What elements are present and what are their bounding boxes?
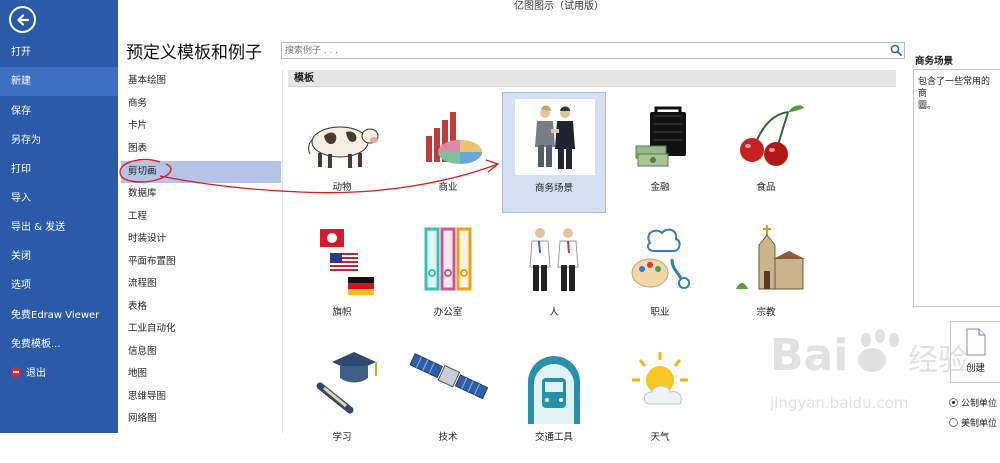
- graduation-cap-icon: [302, 348, 382, 424]
- radio-selected-icon: [949, 398, 958, 407]
- template-header: 模板: [288, 70, 896, 87]
- template-label: 商务场景: [534, 183, 573, 194]
- create-button[interactable]: 创建: [950, 321, 1000, 383]
- church-icon: [726, 223, 806, 299]
- category-charts[interactable]: 图表: [121, 138, 281, 160]
- category-flowchart[interactable]: 流程图: [121, 273, 281, 295]
- cow-icon: [302, 98, 382, 174]
- menu-item-save-as[interactable]: 另存为: [0, 126, 118, 155]
- cherries-icon: [726, 98, 806, 174]
- category-mind-map[interactable]: 思维导图: [121, 386, 281, 408]
- flags-icon: [302, 223, 382, 299]
- template-label: 商业: [438, 182, 458, 193]
- template-office[interactable]: 办公室: [396, 217, 500, 338]
- template-flags[interactable]: 旗帜: [290, 217, 394, 338]
- search-icon[interactable]: [890, 44, 902, 59]
- template-label: 旗帜: [332, 307, 352, 318]
- template-label: 职业: [650, 307, 670, 318]
- unit-us-radio[interactable]: 美制单位: [949, 416, 997, 429]
- template-label: 金融: [650, 182, 670, 193]
- menu-item-edraw-viewer[interactable]: 免费Edraw Viewer: [0, 301, 118, 330]
- template-label: 人: [549, 307, 559, 318]
- unit-metric-label: 公制单位: [961, 399, 998, 409]
- template-business[interactable]: 商业: [396, 92, 500, 213]
- template-label: 办公室: [433, 307, 463, 318]
- handshake-icon: [515, 99, 595, 175]
- template-weather[interactable]: 天气: [608, 342, 712, 463]
- menu-item-free-templates[interactable]: 免费模板...: [0, 330, 118, 359]
- template-study[interactable]: 学习: [290, 342, 394, 463]
- template-label: 宗教: [756, 307, 776, 318]
- bar-pie-chart-icon: [408, 98, 488, 174]
- category-business[interactable]: 商务: [121, 93, 281, 115]
- create-label: 创建: [965, 363, 985, 374]
- menu-item-export-send[interactable]: 导出 & 发送: [0, 213, 118, 242]
- menu-item-exit[interactable]: 退出: [0, 359, 118, 388]
- exit-icon: [11, 367, 21, 377]
- template-vehicles[interactable]: 交通工具: [502, 342, 606, 463]
- menu-item-new[interactable]: 新建: [0, 67, 118, 96]
- category-network[interactable]: 网络图: [121, 408, 281, 430]
- category-list: 基本绘图 商务 卡片 图表 剪切画 数据库 工程 时装设计 平面布置图 流程图 …: [121, 70, 283, 433]
- menu-item-print[interactable]: 打印: [0, 155, 118, 184]
- template-religion[interactable]: 宗教: [714, 217, 818, 338]
- file-menu-sidebar: 打开 新建 保存 另存为 打印 导入 导出 & 发送 关闭 选项 免费Edraw…: [0, 0, 118, 433]
- category-database[interactable]: 数据库: [121, 183, 281, 205]
- back-button[interactable]: [9, 6, 36, 33]
- menu-item-close[interactable]: 关闭: [0, 242, 118, 271]
- chef-hat-palette-icon: [620, 223, 700, 299]
- people-icon: [514, 223, 594, 299]
- template-label: 动物: [332, 182, 352, 193]
- template-label: 食品: [756, 182, 776, 193]
- category-industrial-automation[interactable]: 工业自动化: [121, 318, 281, 340]
- menu-item-import[interactable]: 导入: [0, 184, 118, 213]
- money-briefcase-icon: [620, 98, 700, 174]
- template-technology[interactable]: 技术: [396, 342, 500, 463]
- category-engineering[interactable]: 工程: [121, 206, 281, 228]
- radio-empty-icon: [949, 418, 958, 427]
- category-fashion-design[interactable]: 时装设计: [121, 228, 281, 250]
- sun-cloud-icon: [620, 348, 700, 424]
- category-map[interactable]: 地图: [121, 363, 281, 385]
- category-table[interactable]: 表格: [121, 296, 281, 318]
- template-business-scenes[interactable]: 商务场景: [502, 92, 606, 213]
- template-panel: 模板 动物 商业 商务场景 金融 食品 旗帜 办公室 人 职业 宗教 学习 技术…: [288, 70, 896, 443]
- unit-us-label: 美制单位: [961, 419, 998, 429]
- category-basic-drawing[interactable]: 基本绘图: [121, 70, 281, 92]
- satellite-icon: [408, 348, 489, 424]
- exit-label: 退出: [26, 368, 46, 379]
- template-animals[interactable]: 动物: [290, 92, 394, 213]
- search-box: [281, 42, 905, 59]
- template-finance[interactable]: 金融: [608, 92, 712, 213]
- template-label: 交通工具: [534, 432, 573, 443]
- category-clipart[interactable]: 剪切画: [121, 161, 281, 183]
- template-label: 天气: [650, 432, 670, 443]
- category-infographic[interactable]: 信息图: [121, 341, 281, 363]
- details-description: 包含了一些常用的商 圖。: [913, 69, 1000, 307]
- menu-item-save[interactable]: 保存: [0, 97, 118, 126]
- page-title: 预定义模板和例子: [126, 43, 262, 63]
- window-title: 亿图图示（试用版）: [118, 0, 1000, 16]
- menu-item-open[interactable]: 打开: [0, 38, 118, 67]
- new-document-icon: [965, 328, 987, 359]
- category-cards[interactable]: 卡片: [121, 115, 281, 137]
- train-icon: [514, 348, 594, 424]
- binders-icon: [408, 223, 488, 299]
- unit-metric-radio[interactable]: 公制单位: [949, 396, 997, 409]
- template-food[interactable]: 食品: [714, 92, 818, 213]
- template-label: 学习: [332, 432, 352, 443]
- search-input[interactable]: [282, 43, 875, 59]
- template-professions[interactable]: 职业: [608, 217, 712, 338]
- template-label: 技术: [438, 432, 458, 443]
- category-floor-plan[interactable]: 平面布置图: [121, 251, 281, 273]
- details-title: 商务场景: [915, 56, 954, 67]
- menu-item-options[interactable]: 选项: [0, 271, 118, 300]
- template-people[interactable]: 人: [502, 217, 606, 338]
